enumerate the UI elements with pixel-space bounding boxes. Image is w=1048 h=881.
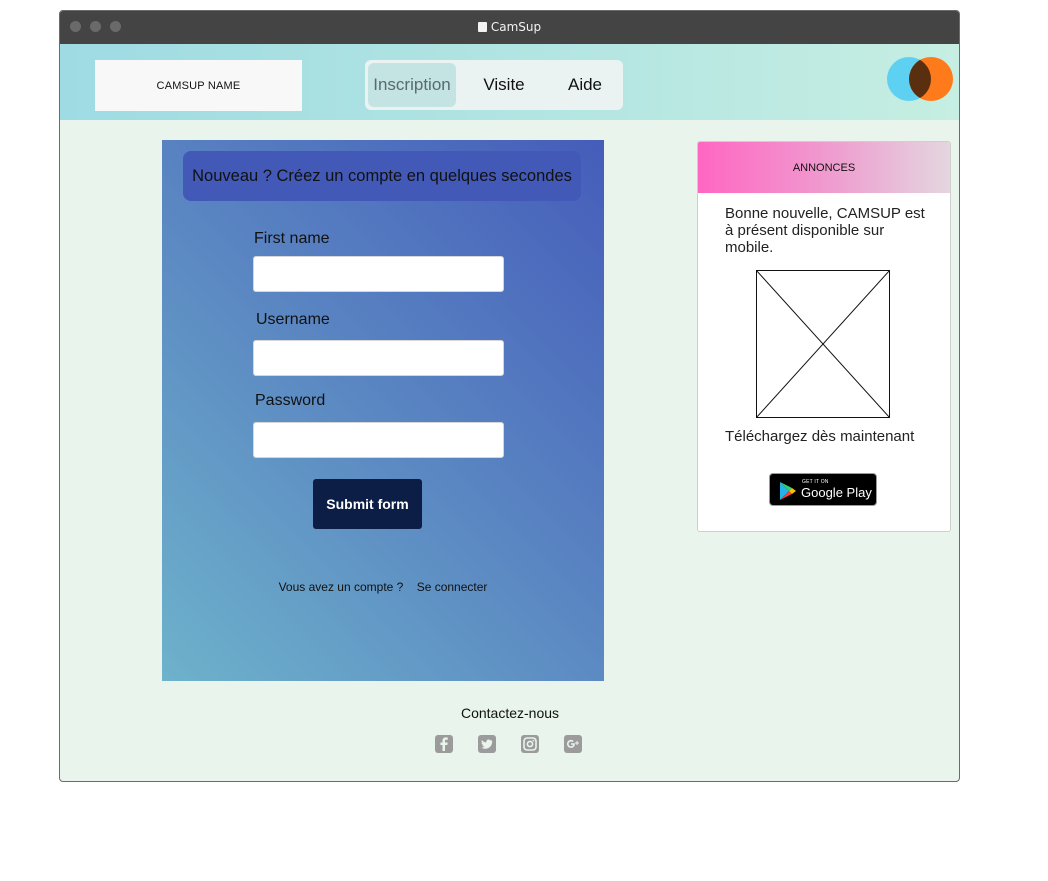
title-bar: CamSup bbox=[60, 11, 959, 44]
app-window: CamSup CAMSUP NAME Inscription Visite Ai… bbox=[59, 10, 960, 782]
brand-logo-icon[interactable] bbox=[887, 57, 957, 101]
facebook-icon[interactable] bbox=[435, 735, 453, 753]
login-link[interactable]: Se connecter bbox=[417, 580, 488, 594]
site-header: CAMSUP NAME Inscription Visite Aide bbox=[60, 44, 959, 120]
instagram-icon[interactable] bbox=[521, 735, 539, 753]
google-play-icon bbox=[780, 482, 796, 500]
announcements-title: ANNONCES bbox=[698, 142, 950, 193]
announcement-text: Bonne nouvelle, CAMSUP est à présent dis… bbox=[725, 205, 925, 256]
window-title-text: CamSup bbox=[490, 20, 542, 34]
book-icon bbox=[477, 22, 487, 32]
first-name-input[interactable] bbox=[253, 256, 504, 292]
first-name-label: First name bbox=[254, 230, 330, 247]
image-placeholder-icon bbox=[756, 270, 890, 418]
download-cta: Téléchargez dès maintenant bbox=[725, 428, 915, 445]
signup-form-panel: Nouveau ? Créez un compte en quelques se… bbox=[162, 140, 604, 681]
username-input[interactable] bbox=[253, 340, 504, 376]
nav-item-visite[interactable]: Visite bbox=[469, 63, 539, 107]
site-logo[interactable]: CAMSUP NAME bbox=[95, 60, 302, 111]
account-question: Vous avez un compte ? bbox=[278, 580, 404, 594]
submit-form-button[interactable]: Submit form bbox=[313, 479, 422, 529]
google-play-badge[interactable]: GET IT ON Google Play bbox=[769, 473, 877, 506]
contact-title: Contactez-nous bbox=[460, 705, 560, 721]
password-input[interactable] bbox=[253, 422, 504, 458]
nav-item-aide[interactable]: Aide bbox=[551, 63, 619, 107]
google-plus-icon[interactable] bbox=[564, 735, 582, 753]
password-label: Password bbox=[255, 392, 326, 409]
nav-item-inscription[interactable]: Inscription bbox=[368, 63, 456, 107]
twitter-icon[interactable] bbox=[478, 735, 496, 753]
store-badge-name: Google Play bbox=[801, 485, 872, 500]
main-nav: Inscription Visite Aide bbox=[365, 60, 623, 110]
signup-banner: Nouveau ? Créez un compte en quelques se… bbox=[183, 151, 581, 201]
window-title: CamSup bbox=[60, 20, 959, 34]
username-label: Username bbox=[256, 311, 330, 328]
account-prompt: Vous avez un compte ? Se connecter bbox=[162, 580, 604, 594]
announcements-card: ANNONCES Bonne nouvelle, CAMSUP est à pr… bbox=[697, 141, 951, 532]
